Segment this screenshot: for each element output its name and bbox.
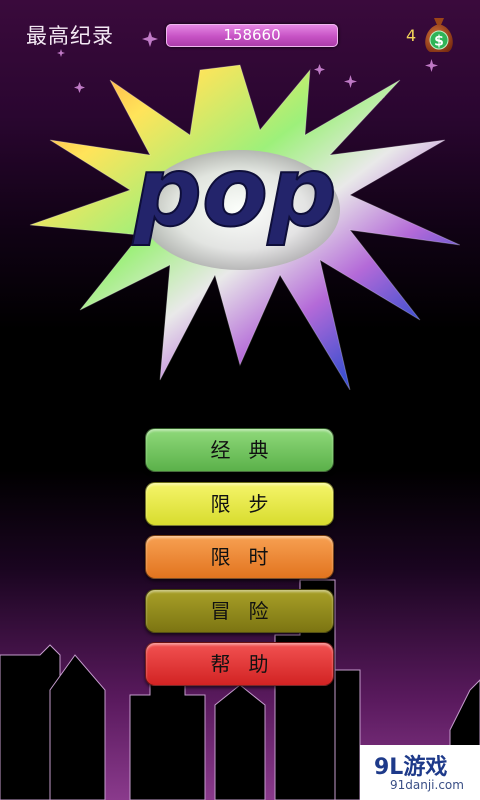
limited-steps-button[interactable]: 限步 — [145, 482, 334, 526]
watermark-url: 91danji.com — [390, 778, 464, 792]
best-score-value: 158660 — [166, 24, 338, 47]
pop-logo: pop — [29, 64, 460, 390]
svg-text:$: $ — [434, 34, 444, 50]
help-button[interactable]: 帮助 — [145, 642, 334, 686]
watermark: 9L游戏 91danji.com — [360, 745, 480, 800]
watermark-brand: 9L游戏 — [374, 755, 448, 780]
menu-item-classic[interactable]: 经典 — [145, 428, 334, 472]
adventure-mode-button[interactable]: 冒险 — [145, 589, 334, 633]
timed-mode-button[interactable]: 限时 — [145, 535, 334, 579]
menu-item-adventure[interactable]: 冒险 — [145, 589, 334, 633]
classic-mode-button[interactable]: 经典 — [145, 428, 334, 472]
coin-count: 4 — [406, 26, 417, 45]
sparkle — [57, 49, 65, 57]
logo-text: pop — [132, 136, 336, 248]
sparkle — [142, 31, 158, 47]
best-score-label: 最高纪录 — [26, 24, 114, 48]
menu-item-limited-steps[interactable]: 限步 — [145, 482, 334, 526]
menu-item-help[interactable]: 帮助 — [145, 642, 334, 686]
money-bag-icon[interactable]: $ — [420, 14, 458, 54]
menu-item-timed[interactable]: 限时 — [145, 535, 334, 579]
